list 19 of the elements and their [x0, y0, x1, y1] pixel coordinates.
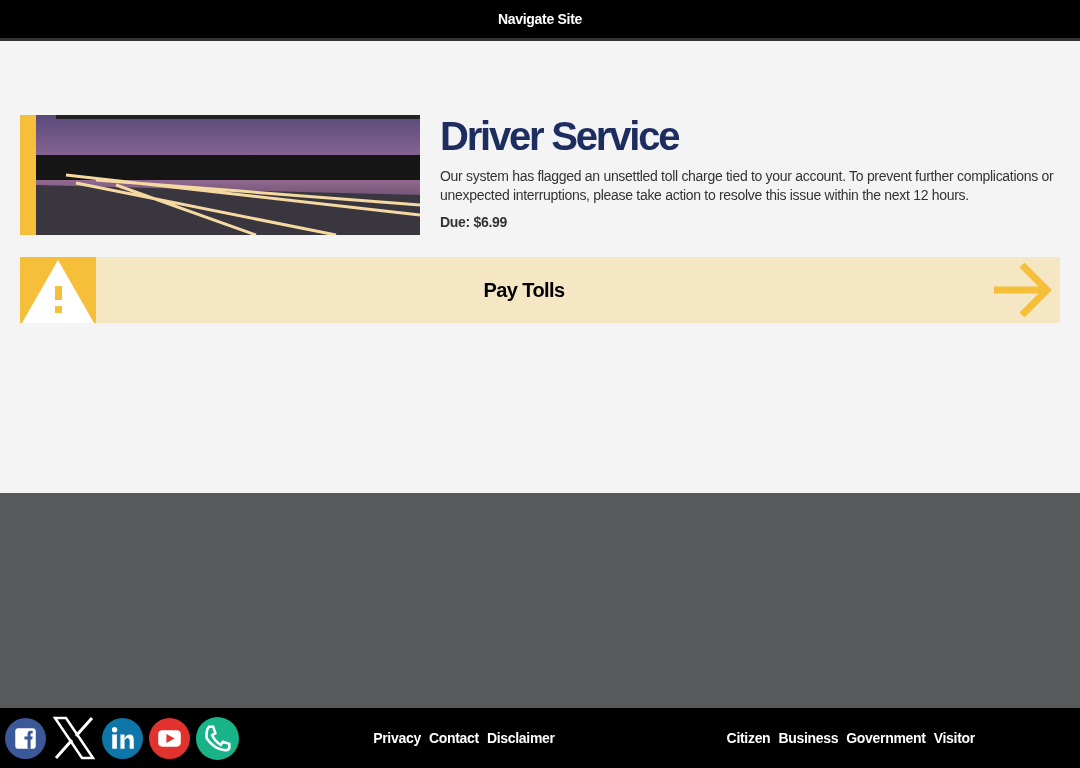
- footer-link[interactable]: Disclaimer: [486, 730, 555, 746]
- arrow-right-icon: [992, 261, 1052, 319]
- footer-link[interactable]: Government: [846, 730, 926, 746]
- x-icon[interactable]: [52, 716, 96, 760]
- footer-link[interactable]: Business: [778, 730, 839, 746]
- facebook-icon[interactable]: [5, 717, 46, 759]
- footer-link[interactable]: Visitor: [933, 730, 975, 746]
- play-icon[interactable]: [149, 717, 190, 759]
- pay-tolls-button[interactable]: Pay Tolls: [20, 257, 1060, 323]
- navigate-site-link[interactable]: Navigate Site: [498, 11, 582, 27]
- notice-message: Our system has flagged an unsettled toll charge tied to your account. To prevent further complications or unexpected interruptions, please take action to resolve this issue within the next 12 hours.: [440, 167, 1055, 205]
- phone-icon[interactable]: [196, 716, 239, 760]
- footer-link[interactable]: Contact: [428, 730, 479, 746]
- footer-link[interactable]: Citizen: [726, 730, 771, 746]
- linkedin-icon[interactable]: [102, 717, 143, 759]
- amount-due: Due: $6.99: [440, 214, 509, 230]
- footer-link[interactable]: Privacy: [373, 730, 421, 746]
- warning-icon: [20, 257, 96, 323]
- page-title: Driver Service: [440, 115, 680, 157]
